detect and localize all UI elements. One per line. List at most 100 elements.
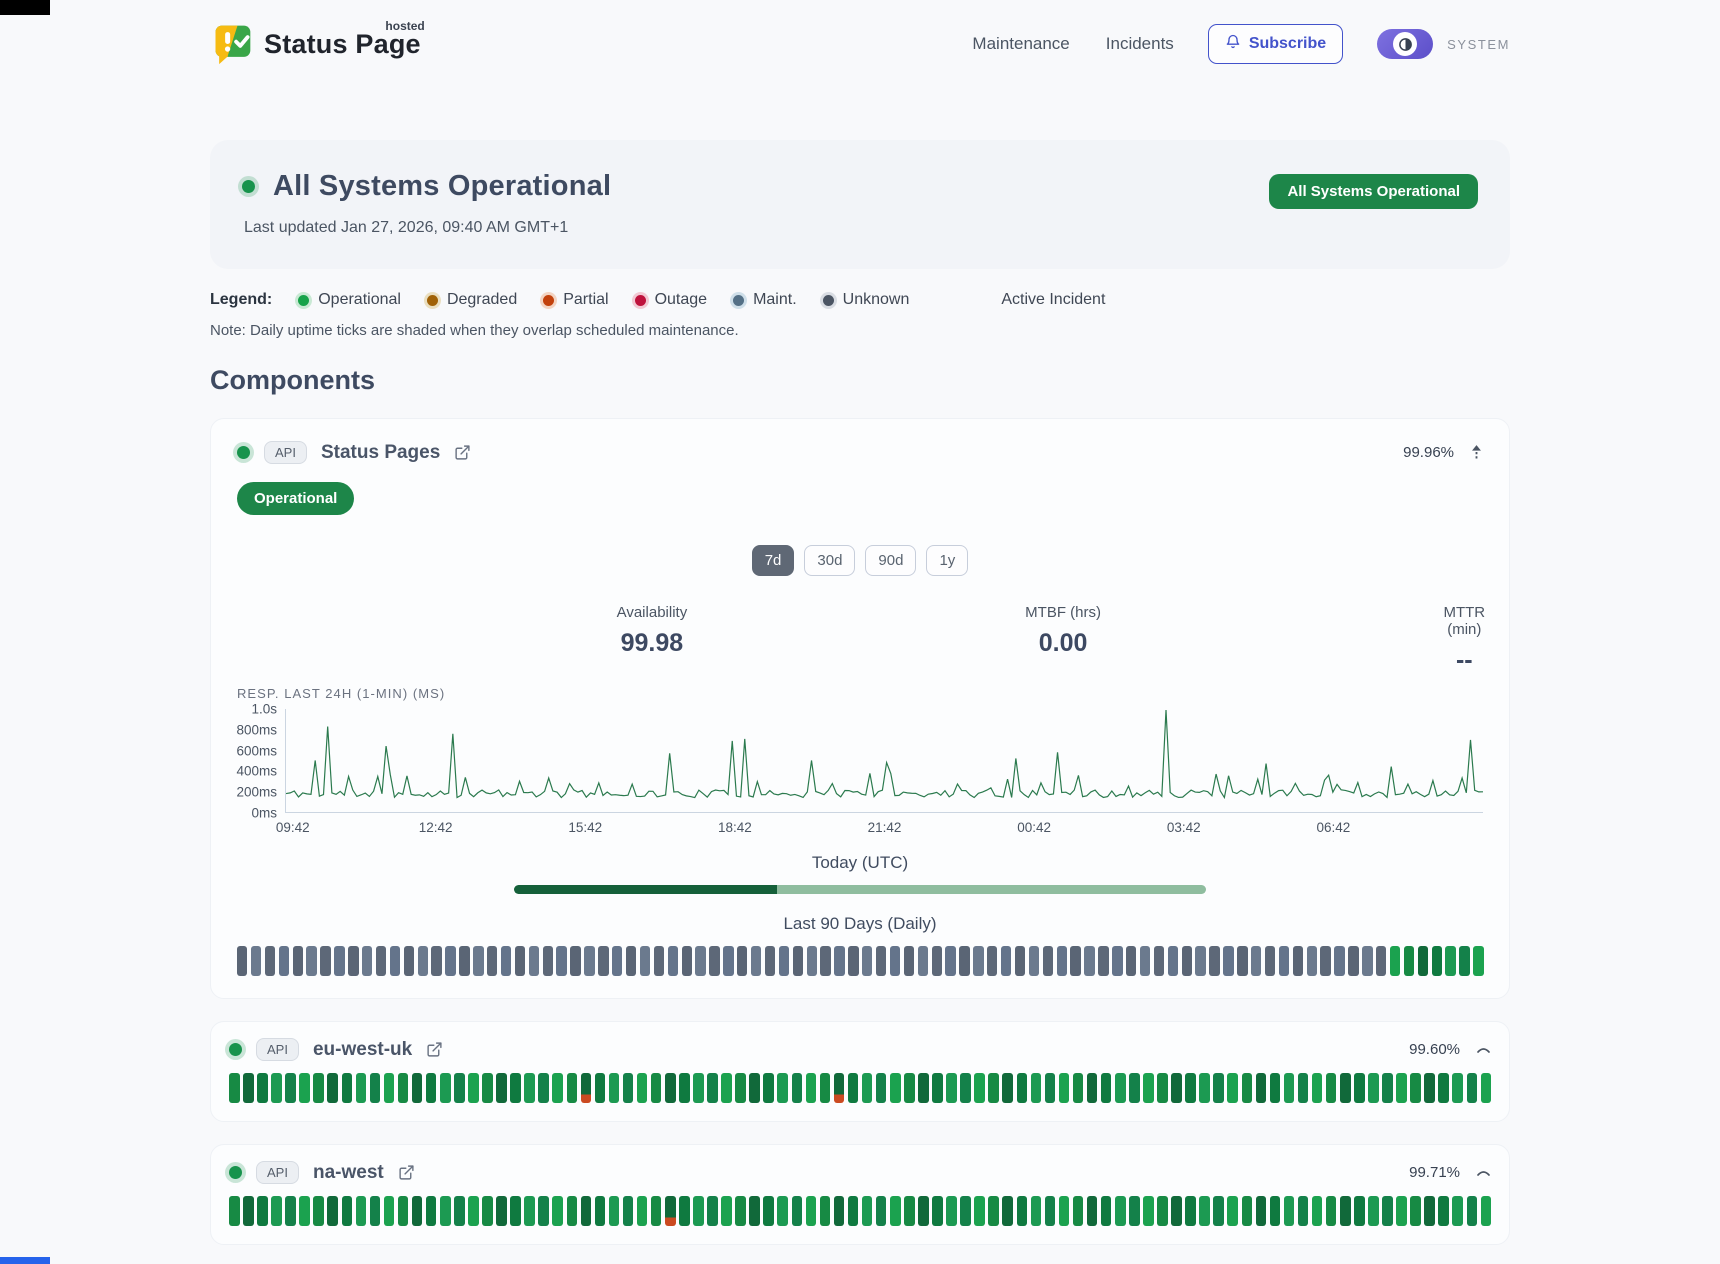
uptime-tick-operational (313, 1073, 324, 1103)
uptime-tick-operational (243, 1073, 254, 1103)
uptime-tick-operational (356, 1073, 367, 1103)
uptime-tick-unknown (1293, 946, 1303, 976)
uptime-tick-operational (1059, 1196, 1070, 1226)
response-time-chart: 1.0s800ms600ms400ms200ms0ms 09:4212:4215… (237, 709, 1483, 813)
uptime-tick-operational (749, 1196, 760, 1226)
uptime-tick-unknown (834, 946, 844, 976)
x-axis-tick: 09:42 (276, 820, 310, 835)
subscribe-button[interactable]: Subscribe (1208, 24, 1343, 64)
range-button-30d[interactable]: 30d (804, 545, 855, 576)
uptime-tick-unknown (820, 946, 830, 976)
uptime-tick-operational (1312, 1196, 1323, 1226)
uptime-tick-operational (609, 1073, 620, 1103)
uptime-tick-operational (1326, 1196, 1337, 1226)
uptime-tick-operational (1185, 1073, 1196, 1103)
external-link-icon[interactable] (454, 444, 471, 461)
uptime-tick-unknown (515, 946, 525, 976)
uptime-tick-operational (1185, 1196, 1196, 1226)
uptime-tick-operational (468, 1196, 479, 1226)
uptime-tick-operational (1396, 1196, 1407, 1226)
history-label: Last 90 Days (Daily) (237, 914, 1483, 934)
uptime-tick-operational (679, 1073, 690, 1103)
component-header[interactable]: API Status Pages 99.96% (237, 441, 1483, 464)
stat-label: Availability (617, 604, 688, 621)
uptime-tick-unknown (376, 946, 386, 976)
overall-status-title: All Systems Operational (273, 170, 611, 203)
uptime-tick-operational (623, 1196, 634, 1226)
stat-value: 99.98 (617, 629, 688, 658)
expand-chevron-icon[interactable] (1476, 1168, 1491, 1177)
uptime-tick-operational (988, 1073, 999, 1103)
uptime-tick-operational (1157, 1073, 1168, 1103)
uptime-tick-operational (974, 1196, 985, 1226)
uptime-tick-unknown (1070, 946, 1080, 976)
legend-item-operational: Operational (298, 291, 401, 309)
uptime-tick-operational (482, 1073, 493, 1103)
uptime-tick-operational (721, 1196, 732, 1226)
logo-text: Status Page (264, 29, 421, 59)
logo[interactable]: Status Page hosted (210, 22, 421, 66)
uptime-tick-unknown (1251, 946, 1261, 976)
time-range-selector: 7d 30d 90d 1y (237, 545, 1483, 576)
last-updated-text: Last updated Jan 27, 2026, 09:40 AM GMT+… (244, 219, 611, 237)
x-axis-tick: 12:42 (419, 820, 453, 835)
theme-toggle[interactable] (1377, 29, 1433, 59)
range-button-1y[interactable]: 1y (926, 545, 968, 576)
uptime-tick-operational (749, 1073, 760, 1103)
uptime-tick-operational (342, 1073, 353, 1103)
uptime-tick-operational (285, 1073, 296, 1103)
collapse-arrow-icon[interactable] (1470, 444, 1483, 461)
legend-status-dot (823, 295, 834, 306)
uptime-tick-operational (440, 1196, 451, 1226)
uptime-tick-unknown (1126, 946, 1136, 976)
component-header[interactable]: API eu-west-uk 99.60% (229, 1038, 1491, 1061)
uptime-tick-operational (1129, 1073, 1140, 1103)
uptime-tick-operational (1101, 1196, 1112, 1226)
uptime-tick-unknown (237, 946, 247, 976)
component-header[interactable]: API na-west 99.71% (229, 1161, 1491, 1184)
uptime-tick-operational (1481, 1073, 1492, 1103)
nav-link-incidents[interactable]: Incidents (1106, 34, 1174, 54)
logo-superscript: hosted (385, 19, 424, 33)
uptime-tick-unknown (348, 946, 358, 976)
uptime-tick-operational (988, 1196, 999, 1226)
range-button-90d[interactable]: 90d (865, 545, 916, 576)
bell-icon (1225, 33, 1241, 55)
stat-value: -- (1443, 646, 1485, 675)
expand-chevron-icon[interactable] (1476, 1045, 1491, 1054)
uptime-tick-operational (665, 1073, 676, 1103)
legend-status-dot (733, 295, 744, 306)
uptime-tick-operational (370, 1073, 381, 1103)
uptime-tick-operational (707, 1196, 718, 1226)
range-button-7d[interactable]: 7d (752, 545, 795, 576)
stat-value: 0.00 (1025, 629, 1101, 658)
y-axis-tick: 400ms (236, 764, 277, 779)
external-link-icon[interactable] (426, 1041, 443, 1058)
uptime-tick-operational (454, 1073, 465, 1103)
uptime-tick-operational (1312, 1073, 1323, 1103)
uptime-tick-operational (1045, 1073, 1056, 1103)
legend-item-label: Partial (563, 291, 608, 309)
uptime-tick-operational (1171, 1073, 1182, 1103)
uptime-tick-unknown (890, 946, 900, 976)
uptime-tick-operational (1017, 1073, 1028, 1103)
uptime-tick-operational (904, 1073, 915, 1103)
y-axis-tick: 800ms (236, 722, 277, 737)
uptime-tick-unknown (279, 946, 289, 976)
uptime-tick-operational (243, 1196, 254, 1226)
uptime-tick-unknown (1376, 946, 1386, 976)
nav-link-maintenance[interactable]: Maintenance (972, 34, 1069, 54)
uptime-tick-unknown (1307, 946, 1317, 976)
status-page: Status Page hosted MaintenanceIncidents … (210, 0, 1510, 1245)
component-tag-badge: API (256, 1161, 299, 1184)
uptime-tick-operational (1467, 1073, 1478, 1103)
uptime-tick-operational (834, 1196, 845, 1226)
legend-item-outage: Outage (635, 291, 707, 309)
contrast-icon (1398, 37, 1413, 52)
uptime-tick-operational (609, 1196, 620, 1226)
uptime-tick-operational (299, 1196, 310, 1226)
external-link-icon[interactable] (398, 1164, 415, 1181)
uptime-tick-unknown (1195, 946, 1205, 976)
uptime-tick-operational (342, 1196, 353, 1226)
main-nav: Maintenance Incidents (972, 34, 1173, 54)
